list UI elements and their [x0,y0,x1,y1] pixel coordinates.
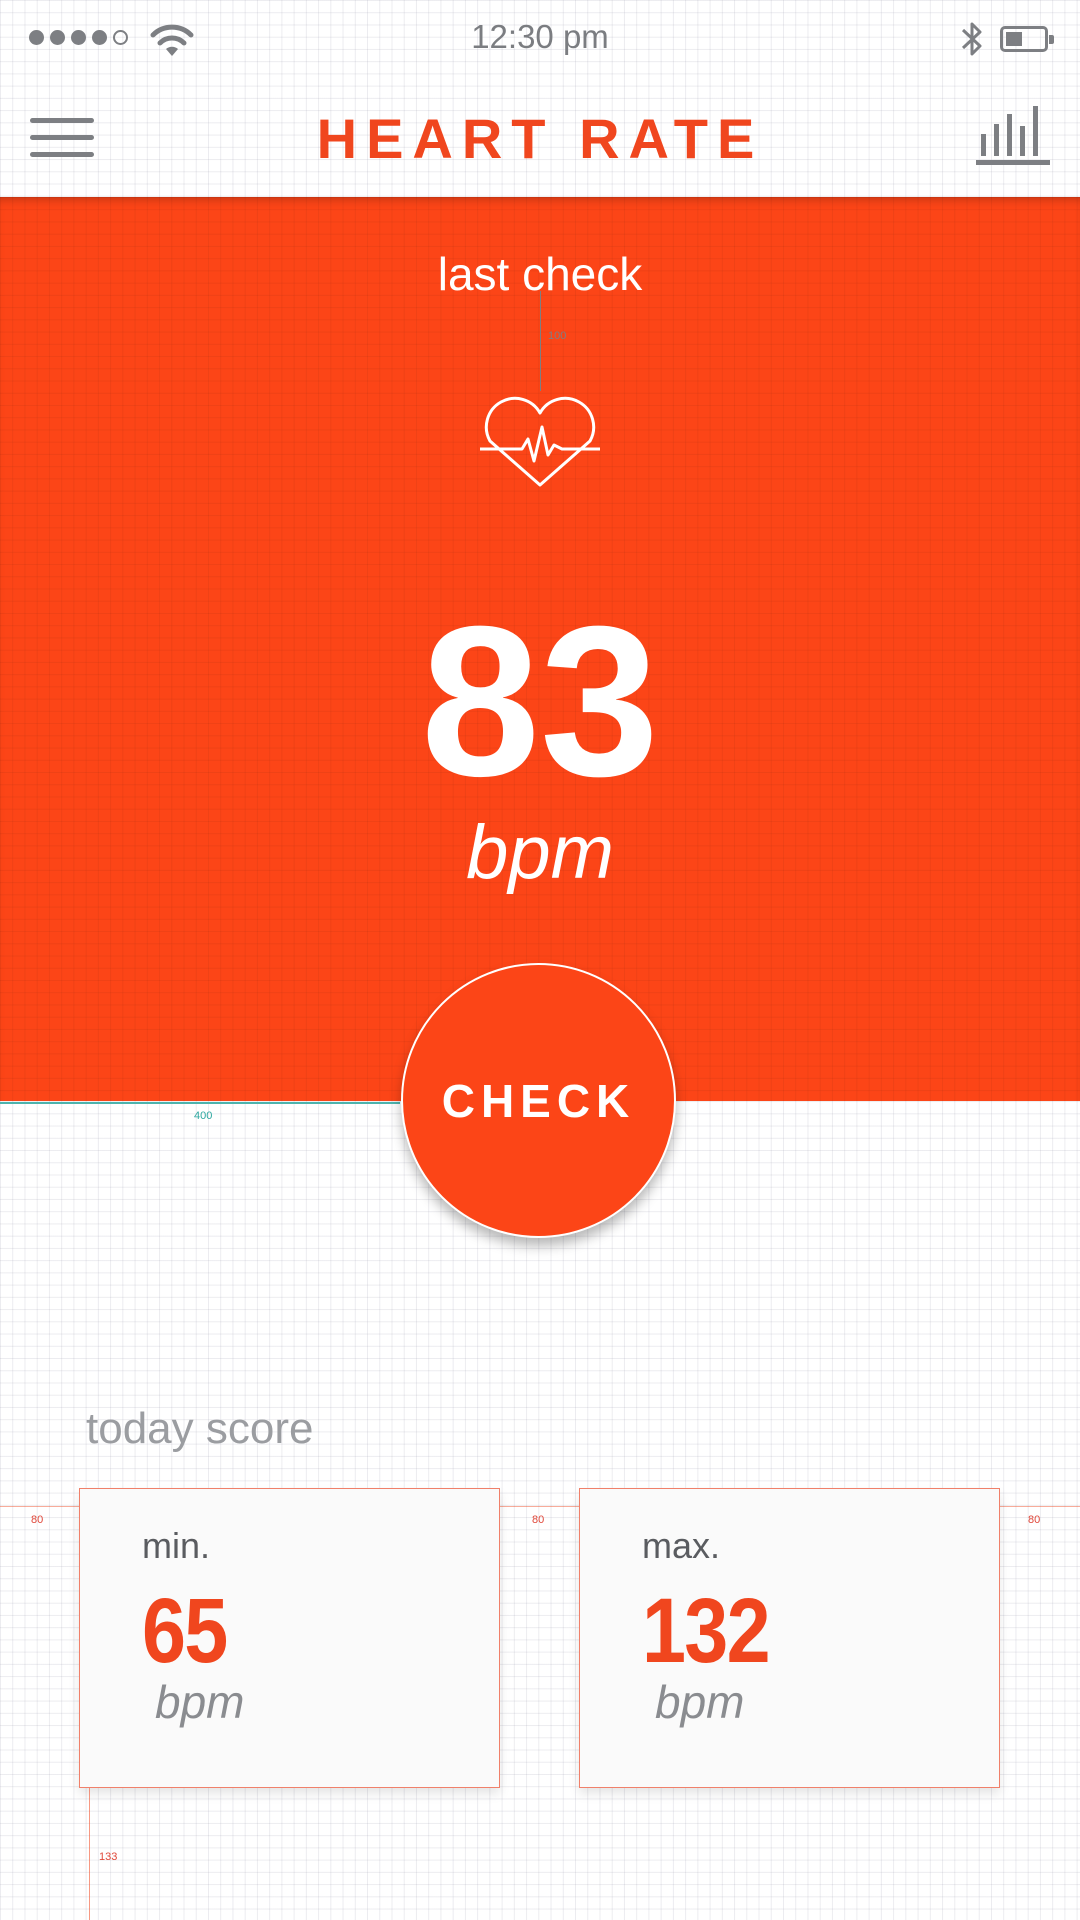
guide-line [540,291,541,391]
app-header: HEART RATE [0,78,1080,196]
card-unit: bpm [155,1676,245,1728]
card-unit: bpm [655,1676,745,1728]
vertical-guide-line [89,1788,90,1920]
check-button[interactable]: CHECK [401,963,676,1238]
card-value: 65 [142,1580,228,1682]
today-score-heading: today score [86,1404,314,1453]
guide-label: 80 [1028,1514,1041,1526]
guide-label: 100 [548,330,567,342]
current-bpm-value: 83 [420,582,660,821]
teal-guide-line [0,1102,400,1104]
page-title: HEART RATE [316,107,764,170]
guide-label: 80 [31,1514,44,1526]
card-label: max. [642,1525,721,1566]
status-time: 12:30 pm [471,18,609,55]
status-bar: 12:30 pm [0,0,1080,78]
teal-guide-label: 400 [194,1110,213,1122]
battery-icon [1000,26,1054,52]
vertical-guide-label: 133 [99,1851,118,1863]
max-score-card: max. 132 bpm [579,1488,1000,1788]
card-value: 132 [642,1580,771,1682]
heart-pulse-icon [478,389,602,494]
bar-chart-icon[interactable] [976,106,1050,171]
check-button-label: CHECK [441,1074,636,1127]
current-bpm-unit: bpm [466,810,614,895]
card-label: min. [142,1525,211,1566]
bluetooth-icon [958,18,986,65]
guide-label: 80 [532,1514,545,1526]
min-score-card: min. 65 bpm [79,1488,500,1788]
